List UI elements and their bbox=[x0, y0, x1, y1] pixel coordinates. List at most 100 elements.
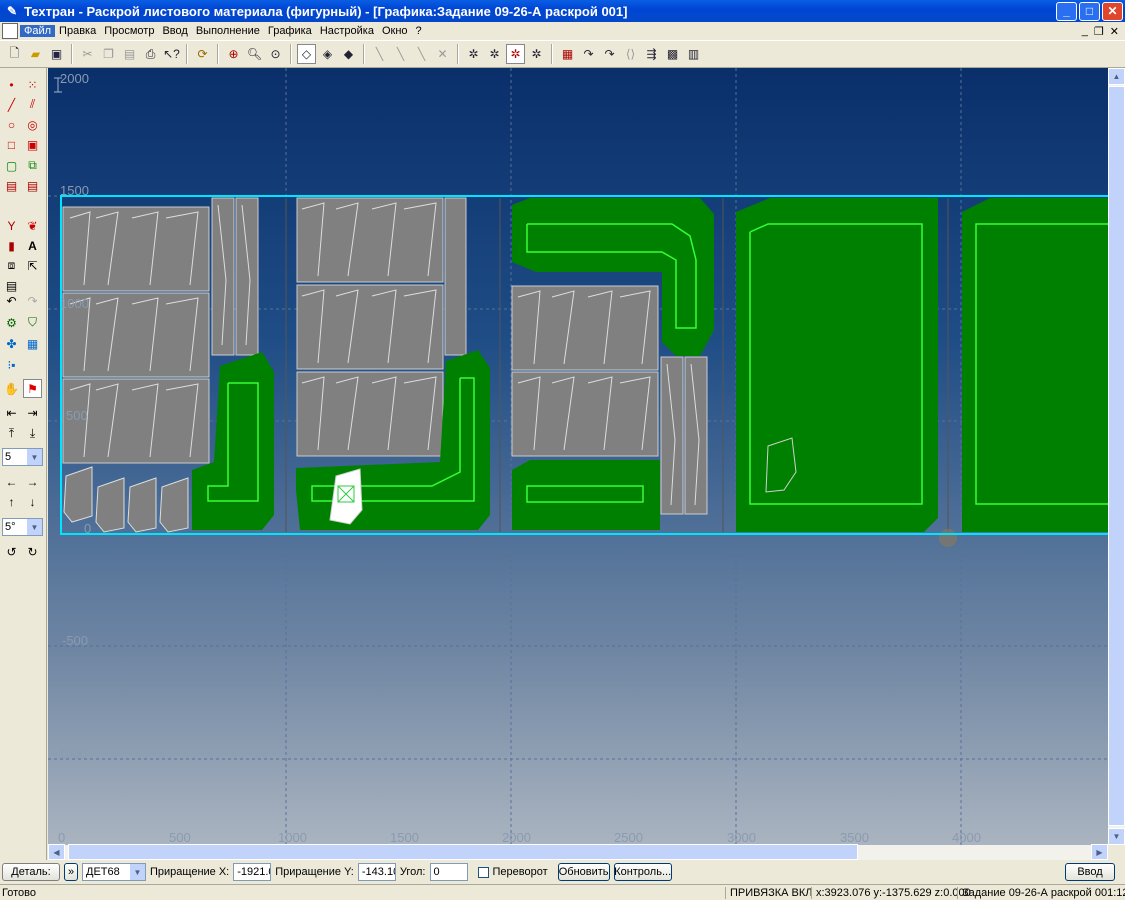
menu-window[interactable]: Окно bbox=[378, 25, 412, 37]
gear-icon[interactable]: ⚙ bbox=[2, 313, 21, 332]
light-off-icon[interactable]: ✲ bbox=[527, 44, 546, 64]
scroll-right-icon[interactable]: ▶ bbox=[1091, 844, 1108, 860]
copy-icon[interactable]: ❐ bbox=[99, 44, 118, 64]
flame-icon[interactable]: ❦ bbox=[23, 216, 42, 235]
cube-wire-icon[interactable]: ◇ bbox=[297, 44, 316, 64]
zoom-all-icon[interactable]: ⊙ bbox=[266, 44, 285, 64]
nested-rectangle-icon[interactable]: ▣ bbox=[23, 135, 42, 154]
arrow-down-icon[interactable]: ↓ bbox=[23, 492, 42, 511]
export-arrow-icon[interactable]: ⇱ bbox=[23, 256, 42, 275]
line-tool-2-icon[interactable]: ╲ bbox=[391, 44, 410, 64]
vertical-scrollbar[interactable]: ▲ ▼ bbox=[1108, 68, 1125, 845]
cube-solid-icon[interactable]: ◈ bbox=[318, 44, 337, 64]
grid-blue-icon[interactable]: ▦ bbox=[23, 334, 42, 353]
increment-y-field[interactable]: -143.10 bbox=[357, 863, 396, 881]
contour-icon[interactable]: ▢ bbox=[2, 156, 21, 175]
flag-icon[interactable]: ⚑ bbox=[23, 379, 42, 398]
menu-settings[interactable]: Настройка bbox=[316, 25, 378, 37]
align-left-icon[interactable]: ⇤ bbox=[2, 403, 21, 422]
light-list-icon[interactable]: ✲ bbox=[485, 44, 504, 64]
menu-help[interactable]: ? bbox=[412, 25, 426, 37]
menu-view[interactable]: Просмотр bbox=[100, 25, 158, 37]
table-2-icon[interactable]: ▤ bbox=[23, 176, 42, 195]
arrow-up-icon[interactable]: ↑ bbox=[2, 492, 21, 511]
part-group-3[interactable] bbox=[511, 198, 714, 530]
scroll-thumb[interactable] bbox=[1108, 86, 1125, 826]
text-icon[interactable]: A bbox=[23, 236, 42, 255]
detail-button[interactable]: Деталь: bbox=[2, 863, 60, 881]
redo-icon[interactable]: ↷ bbox=[23, 291, 42, 310]
cut-icon[interactable]: ✂ bbox=[78, 44, 97, 64]
maximize-button[interactable]: □ bbox=[1079, 1, 1100, 21]
route-icon[interactable]: ↷ bbox=[579, 44, 598, 64]
enter-button[interactable]: Ввод bbox=[1065, 863, 1115, 881]
menu-edit[interactable]: Правка bbox=[55, 25, 100, 37]
light-select-icon[interactable]: ✲ bbox=[506, 44, 525, 64]
zoom-window-icon[interactable]: 🔍︎ bbox=[245, 44, 264, 64]
mdi-minimize-button[interactable]: _ bbox=[1082, 25, 1088, 38]
step-select[interactable]: 5 ▼ bbox=[2, 448, 43, 466]
scroll-up-icon[interactable]: ▲ bbox=[1108, 68, 1125, 85]
line-tool-icon[interactable]: ╲ bbox=[370, 44, 389, 64]
arrange-icon[interactable]: ⁝▪ bbox=[2, 355, 21, 374]
menu-run[interactable]: Выполнение bbox=[192, 25, 264, 37]
parallel-lines-icon[interactable]: ⫽ bbox=[23, 95, 42, 114]
mdi-close-button[interactable]: ✕ bbox=[1110, 25, 1119, 38]
route-2-icon[interactable]: ↷ bbox=[600, 44, 619, 64]
scroll-down-icon[interactable]: ▼ bbox=[1108, 828, 1125, 845]
align-right-icon[interactable]: ⇥ bbox=[23, 403, 42, 422]
nesting-drawing[interactable]: 2000 1500 1000 500 0 -500 -1000 0 500 10… bbox=[48, 68, 1108, 845]
part-group-2[interactable] bbox=[296, 197, 490, 530]
chevron-down-icon[interactable]: ▼ bbox=[27, 519, 42, 535]
arrow-right-icon[interactable]: → bbox=[23, 472, 42, 491]
horizontal-scrollbar[interactable]: ◀ ▶ bbox=[48, 844, 1108, 860]
minimize-button[interactable]: _ bbox=[1056, 1, 1077, 21]
point-grid-icon[interactable]: ⁙ bbox=[23, 75, 42, 94]
angle-field[interactable]: 0 bbox=[429, 863, 468, 881]
hscroll-thumb[interactable] bbox=[68, 844, 858, 860]
move-group-icon[interactable]: ⧈ bbox=[2, 256, 21, 275]
document-icon[interactable] bbox=[2, 23, 18, 39]
nesting-icon[interactable]: ✤ bbox=[2, 334, 21, 353]
update-button[interactable]: Обновить bbox=[557, 863, 610, 881]
angle-step-select[interactable]: 5° ▼ bbox=[2, 518, 43, 536]
tool-icon[interactable]: Y bbox=[2, 216, 21, 235]
line-icon[interactable]: ╱ bbox=[2, 95, 21, 114]
zoom-in-icon[interactable]: ⊕ bbox=[224, 44, 243, 64]
open-folder-icon[interactable]: ▰ bbox=[26, 44, 45, 64]
detail-select[interactable]: ДЕТ68 ▼ bbox=[82, 863, 146, 881]
chevron-down-icon[interactable]: ▼ bbox=[27, 449, 42, 465]
rotate-cw-icon[interactable]: ↻ bbox=[23, 542, 42, 561]
part-group-1[interactable] bbox=[62, 197, 274, 533]
filter-icon[interactable]: ⛉ bbox=[23, 313, 42, 332]
undo-icon[interactable]: ↶ bbox=[2, 291, 21, 310]
align-bottom-icon[interactable]: ⤓ bbox=[23, 424, 42, 443]
part-group-4[interactable] bbox=[736, 198, 957, 547]
save-icon[interactable]: ▣ bbox=[47, 44, 66, 64]
increment-x-field[interactable]: -1921.0 bbox=[233, 863, 272, 881]
flip-checkbox[interactable] bbox=[477, 866, 489, 878]
table-icon[interactable]: ▤ bbox=[2, 176, 21, 195]
part-group-5[interactable] bbox=[962, 198, 1108, 532]
bracket-icon[interactable]: ⟨⟩ bbox=[621, 44, 640, 64]
cube-shaded-icon[interactable]: ◆ bbox=[339, 44, 358, 64]
contour-copy-icon[interactable]: ⧉ bbox=[23, 156, 42, 175]
menu-input[interactable]: Ввод bbox=[158, 25, 191, 37]
align-top-icon[interactable]: ⤒ bbox=[2, 424, 21, 443]
rectangle-icon[interactable]: □ bbox=[2, 135, 21, 154]
export-icon[interactable]: ⇶ bbox=[642, 44, 661, 64]
point-icon[interactable]: • bbox=[2, 75, 21, 94]
drawing-canvas[interactable]: 2000 1500 1000 500 0 -500 -1000 0 500 10… bbox=[48, 68, 1108, 845]
circle-icon[interactable]: ○ bbox=[2, 115, 21, 134]
image-icon[interactable]: ▩ bbox=[663, 44, 682, 64]
menu-graphics[interactable]: Графика bbox=[264, 25, 316, 37]
hand-icon[interactable]: ✋ bbox=[2, 379, 21, 398]
app-icon[interactable]: ✎ bbox=[4, 3, 20, 19]
chart-icon[interactable]: ▥ bbox=[684, 44, 703, 64]
detail-next-button[interactable]: » bbox=[64, 863, 78, 881]
light-icon[interactable]: ✲ bbox=[464, 44, 483, 64]
mdi-restore-button[interactable]: ❐ bbox=[1094, 25, 1104, 38]
paste-icon[interactable]: ▤ bbox=[120, 44, 139, 64]
new-file-icon[interactable]: 🗋 bbox=[5, 44, 24, 64]
print-icon[interactable]: ⎙ bbox=[141, 44, 160, 64]
